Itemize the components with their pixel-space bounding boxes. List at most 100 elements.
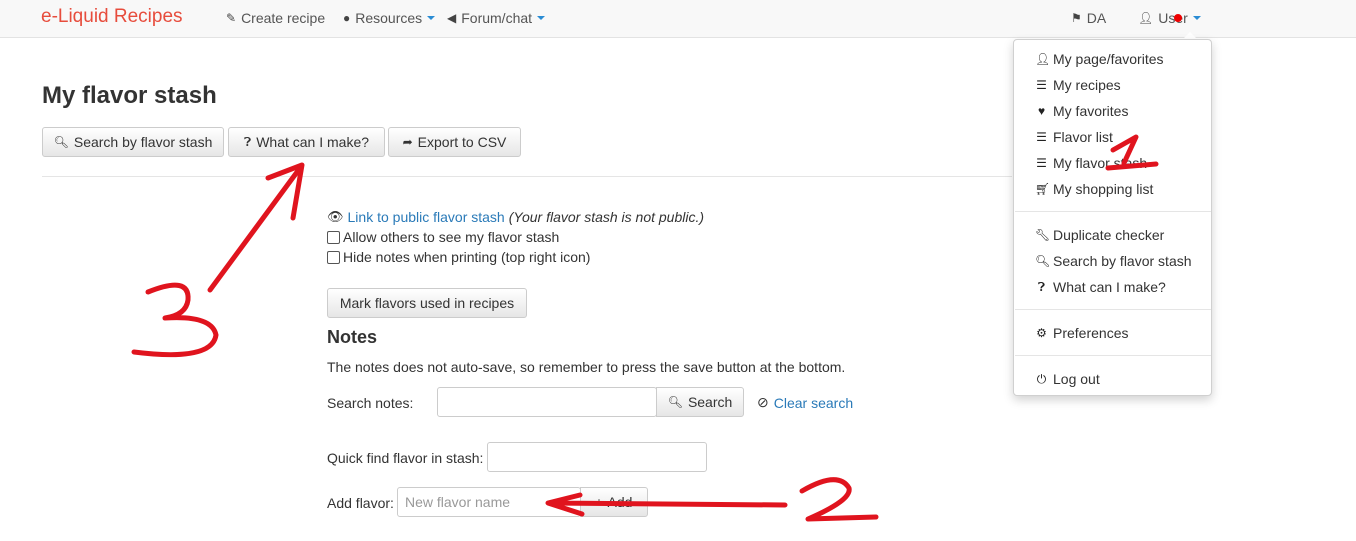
- eye-icon: 👁︎: [327, 209, 344, 224]
- menu-item-shopping-list[interactable]: 🛒︎ My shopping list: [1035, 181, 1153, 197]
- dropdown-arrow: [1183, 32, 1197, 39]
- menu-item-search-by-stash[interactable]: 🔍︎ Search by flavor stash: [1035, 253, 1192, 269]
- top-navbar: e-Liquid Recipes ✎ Create recipe ● Resou…: [0, 0, 1356, 38]
- user-icon: 👤︎: [1035, 52, 1051, 66]
- search-icon: 🔍︎: [1035, 254, 1051, 268]
- menu-item-label: What can I make?: [1053, 279, 1166, 295]
- question-icon: ❓︎: [1037, 279, 1046, 294]
- nav-user-menu[interactable]: 👤︎ User: [1138, 10, 1201, 26]
- add-button-label: Add: [607, 494, 633, 510]
- notes-hint: The notes does not auto-save, so remembe…: [327, 359, 846, 375]
- menu-item-duplicate-checker[interactable]: 🔧︎ Duplicate checker: [1035, 227, 1164, 243]
- clear-search-link[interactable]: ⊘ Clear search: [757, 394, 853, 411]
- user-dropdown-menu: 👤︎ My page/favorites ☰ My recipes ♥ My f…: [1013, 39, 1212, 396]
- user-icon: 👤︎: [1138, 11, 1154, 25]
- chevron-down-icon: [537, 16, 546, 20]
- plus-icon: +: [595, 495, 603, 509]
- page-title: My flavor stash: [42, 82, 217, 109]
- search-icon: 🔍︎: [53, 135, 69, 149]
- nav-create-recipe[interactable]: ✎ Create recipe: [226, 10, 325, 26]
- annotation-number-2: [799, 477, 879, 522]
- export-csv-label: Export to CSV: [417, 134, 507, 150]
- menu-item-log-out[interactable]: ⏻ Log out: [1035, 371, 1100, 387]
- public-status-text: (Your flavor stash is not public.): [508, 209, 705, 225]
- menu-item-label: Log out: [1053, 371, 1100, 387]
- menu-item-label: Preferences: [1053, 325, 1129, 341]
- menu-item-label: Flavor list: [1053, 129, 1113, 145]
- allow-others-row: Allow others to see my flavor stash: [327, 229, 559, 245]
- menu-item-flavor-list[interactable]: ☰ Flavor list: [1035, 129, 1113, 145]
- search-icon: 🔍︎: [667, 395, 683, 409]
- add-flavor-input[interactable]: New flavor name: [397, 487, 581, 517]
- menu-item-label: Search by flavor stash: [1053, 253, 1192, 269]
- allow-others-label: Allow others to see my flavor stash: [343, 229, 560, 245]
- menu-item-label: My shopping list: [1053, 181, 1154, 197]
- nav-resources[interactable]: ● Resources: [343, 10, 436, 26]
- nav-create-recipe-label: Create recipe: [241, 10, 326, 26]
- list-icon: ☰: [1036, 130, 1047, 144]
- what-can-i-make-label: What can I make?: [256, 134, 370, 150]
- export-csv-button[interactable]: ➦ Export to CSV: [388, 127, 521, 157]
- flag-icon: ⚑: [1071, 11, 1082, 25]
- public-stash-link[interactable]: Link to public flavor stash: [348, 209, 505, 225]
- chevron-down-icon: [427, 16, 436, 20]
- annotation-dot: [1174, 14, 1182, 22]
- search-notes-input[interactable]: [437, 387, 657, 417]
- search-by-stash-button[interactable]: 🔍︎ Search by flavor stash: [42, 127, 224, 157]
- menu-item-label: My page/favorites: [1053, 51, 1164, 67]
- cart-icon: 🛒︎: [1035, 182, 1051, 196]
- brand-logo[interactable]: e-Liquid Recipes: [41, 6, 183, 28]
- add-flavor-label: Add flavor:: [327, 495, 394, 511]
- list-icon: ☰: [1036, 156, 1047, 170]
- menu-item-label: Duplicate checker: [1053, 227, 1165, 243]
- menu-item-what-can-i-make[interactable]: ❓︎ What can I make?: [1035, 279, 1166, 295]
- divider: [42, 176, 1012, 177]
- search-by-stash-label: Search by flavor stash: [73, 134, 213, 150]
- megaphone-icon: ◀: [447, 11, 457, 25]
- menu-divider: [1015, 211, 1211, 212]
- menu-item-my-page[interactable]: 👤︎ My page/favorites: [1035, 51, 1164, 67]
- quick-find-label: Quick find flavor in stash:: [327, 450, 484, 466]
- wrench-icon: 🔧︎: [1035, 228, 1051, 242]
- mark-flavors-button[interactable]: Mark flavors used in recipes: [327, 288, 527, 318]
- menu-item-preferences[interactable]: ⚙ Preferences: [1035, 325, 1128, 341]
- nav-language-label: DA: [1086, 10, 1107, 26]
- question-icon: ❓︎: [243, 134, 252, 149]
- heart-icon: ♥: [1037, 104, 1046, 118]
- search-notes-button[interactable]: 🔍︎ Search: [656, 387, 744, 417]
- share-icon: ➦: [402, 135, 413, 149]
- allow-others-checkbox[interactable]: [327, 230, 340, 244]
- nav-forum[interactable]: ◀ Forum/chat: [447, 10, 546, 26]
- gear-icon: ⚙: [1036, 326, 1047, 340]
- annotation-number-3: [131, 282, 219, 358]
- menu-divider: [1015, 355, 1211, 356]
- hide-notes-row: Hide notes when printing (top right icon…: [327, 249, 590, 265]
- menu-item-my-favorites[interactable]: ♥ My favorites: [1035, 103, 1129, 119]
- chevron-down-icon: [1192, 16, 1201, 20]
- search-button-label: Search: [687, 394, 733, 410]
- hide-notes-label: Hide notes when printing (top right icon…: [343, 249, 591, 265]
- menu-item-my-recipes[interactable]: ☰ My recipes: [1035, 77, 1121, 93]
- menu-item-my-flavor-stash[interactable]: ☰ My flavor stash: [1035, 155, 1147, 171]
- notes-heading: Notes: [327, 327, 378, 347]
- hide-notes-checkbox[interactable]: [327, 250, 340, 264]
- power-icon: ⏻: [1036, 371, 1047, 386]
- quick-find-input[interactable]: [487, 442, 707, 472]
- menu-divider: [1015, 309, 1211, 310]
- search-notes-label: Search notes:: [327, 395, 414, 411]
- nav-resources-label: Resources: [355, 10, 423, 26]
- list-icon: ☰: [1036, 78, 1047, 92]
- what-can-i-make-button[interactable]: ❓︎ What can I make?: [228, 127, 385, 157]
- clear-search-label: Clear search: [773, 394, 854, 411]
- annotation-arrow-3: [207, 162, 305, 293]
- menu-item-label: My recipes: [1053, 77, 1121, 93]
- add-flavor-placeholder: New flavor name: [405, 494, 511, 510]
- menu-item-label: My flavor stash: [1053, 155, 1148, 171]
- nav-language[interactable]: ⚑ DA: [1071, 10, 1106, 26]
- add-flavor-button[interactable]: + Add: [580, 487, 648, 517]
- public-link-row: 👁︎ Link to public flavor stash (Your fla…: [327, 209, 704, 225]
- info-icon: ●: [343, 11, 351, 25]
- pencil-icon: ✎: [226, 11, 237, 25]
- nav-forum-label: Forum/chat: [461, 10, 533, 26]
- menu-item-label: My favorites: [1053, 103, 1129, 119]
